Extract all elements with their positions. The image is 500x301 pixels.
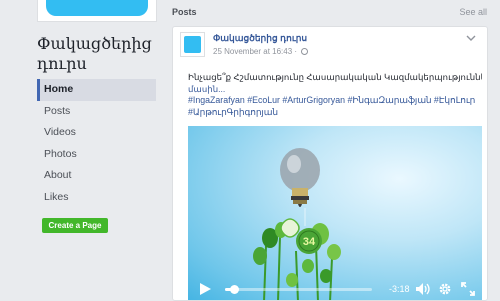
video-frame: 34 bbox=[253, 148, 341, 300]
posts-column: Posts See all Փակացծերից դուրս 25 Novemb… bbox=[165, 0, 500, 301]
profile-picture-image bbox=[46, 0, 148, 16]
video-player[interactable]: 34 -3:18 bbox=[188, 126, 482, 300]
globe-icon bbox=[301, 48, 309, 55]
left-column: Փակացծերից դուրս Home Posts Videos Photo… bbox=[0, 0, 165, 301]
hashtag-link[interactable]: #ԻնգաԶարաֆյան bbox=[347, 95, 433, 105]
post-text-line: Ինչացե՞ք Հշմատությունը Հասարակական Կազմա… bbox=[188, 72, 482, 82]
hashtag-list: #IngaZarafyan #EcoLur #ArturGrigoryan #Ի… bbox=[188, 94, 482, 118]
hashtag-link[interactable]: #ԱրթուրԳրիգորյան bbox=[188, 107, 278, 117]
chevron-down-icon[interactable] bbox=[465, 33, 477, 43]
post-date[interactable]: 25 November at 16:43 · bbox=[213, 47, 297, 56]
nav-item-likes[interactable]: Likes bbox=[37, 187, 156, 209]
play-icon[interactable] bbox=[199, 282, 212, 296]
video-scrubber-handle[interactable] bbox=[229, 285, 239, 294]
posts-section-title: Posts bbox=[172, 7, 197, 17]
post-avatar[interactable] bbox=[180, 32, 205, 57]
see-all-link[interactable]: See all bbox=[459, 7, 487, 17]
post-text: Ինչացե՞ք Հշմատությունը Հասարակական Կազմա… bbox=[188, 71, 482, 95]
hashtag-link[interactable]: #IngaZarafyan bbox=[188, 95, 247, 105]
video-controls: -3:18 bbox=[188, 276, 482, 300]
nav-item-home[interactable]: Home bbox=[37, 79, 156, 101]
video-time-remaining: -3:18 bbox=[389, 284, 410, 294]
nav-item-about[interactable]: About bbox=[37, 165, 156, 187]
profile-picture[interactable] bbox=[37, 0, 157, 22]
nav-item-videos[interactable]: Videos bbox=[37, 122, 156, 144]
create-page-button[interactable]: Create a Page bbox=[42, 218, 108, 233]
nav-item-posts[interactable]: Posts bbox=[37, 101, 156, 123]
hashtag-link[interactable]: #EcoLur bbox=[247, 95, 282, 105]
avatar-image bbox=[184, 36, 201, 53]
volume-icon[interactable] bbox=[415, 282, 430, 296]
gear-icon[interactable] bbox=[438, 282, 452, 296]
hashtag-link[interactable]: #ԷկոԼուր bbox=[434, 95, 475, 105]
post-author-link[interactable]: Փակացծերից դուրս bbox=[213, 33, 307, 44]
post-meta: 25 November at 16:43 · bbox=[213, 47, 309, 56]
logo-text: 34 bbox=[303, 236, 316, 248]
post-card: Փակացծերից դուրս 25 November at 16:43 · … bbox=[172, 26, 488, 301]
lightbulb-illustration bbox=[280, 148, 320, 226]
fullscreen-icon[interactable] bbox=[461, 282, 475, 296]
posts-header: Posts See all bbox=[165, 0, 500, 24]
video-progress-bar[interactable] bbox=[225, 285, 372, 294]
page-title[interactable]: Փակացծերից դուրս bbox=[37, 34, 161, 74]
nav-item-photos[interactable]: Photos bbox=[37, 144, 156, 166]
page-nav: Home Posts Videos Photos About Likes bbox=[37, 79, 156, 208]
hashtag-link[interactable]: #ArturGrigoryan bbox=[282, 95, 347, 105]
